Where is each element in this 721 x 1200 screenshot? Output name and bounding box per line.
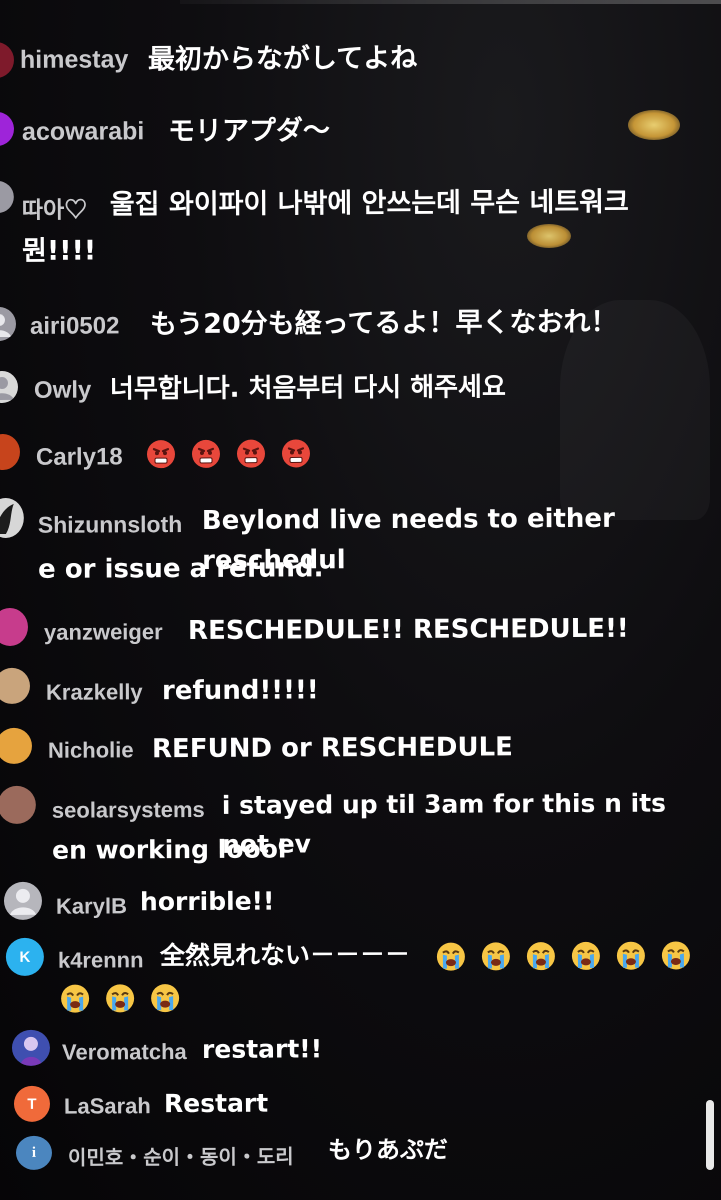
chat-message-text: Restart <box>163 1088 269 1119</box>
user-avatar[interactable] <box>0 433 21 471</box>
chat-username[interactable]: Carly18 <box>36 443 123 471</box>
chat-message-text: 너무합니다. 처음부터 다시 해주세요 <box>109 372 506 405</box>
chat-username[interactable]: airi0502 <box>30 312 120 340</box>
chat-message: Owly 너무합니다. 처음부터 다시 해주세요 <box>0 363 690 413</box>
chat-message: T LaSarah Restart <box>0 1080 690 1130</box>
user-avatar[interactable] <box>0 180 14 214</box>
chat-scrollbar[interactable] <box>706 1100 714 1170</box>
chat-username[interactable]: Nicholie <box>48 737 134 763</box>
default-user-icon[interactable] <box>3 881 43 920</box>
chat-message: Carly18 <box>0 428 690 482</box>
chat-username[interactable]: Krazkelly <box>46 679 143 706</box>
chat-message-text: i stayed up til 3am for this n its not e… <box>221 788 667 859</box>
chat-message: KarylB horrible!! <box>0 878 690 928</box>
chat-username[interactable]: k4rennn <box>58 947 144 973</box>
chat-username[interactable]: KarylB <box>56 893 127 919</box>
emoji-row <box>436 940 702 971</box>
chat-message: 따아♡ 울집 와이파이 나밖에 안쓰는데 무슨 네트워크 뭔!!!! <box>0 179 690 279</box>
user-avatar[interactable] <box>0 111 15 147</box>
chat-username[interactable]: 따아♡ <box>22 191 88 225</box>
crying-face-emoji <box>61 984 90 1013</box>
chat-username[interactable]: yanzweiger <box>44 619 163 646</box>
emoji-row-continued <box>60 983 190 1014</box>
chat-message-text: refund!!!!! <box>161 675 319 707</box>
chat-username[interactable]: himestay <box>20 45 129 75</box>
emoji-row <box>146 438 321 469</box>
chat-message: seolarsystems i stayed up til 3am for th… <box>0 782 690 882</box>
crying-face-emoji <box>151 984 180 1013</box>
crying-face-emoji <box>572 941 601 970</box>
chat-message-text: restart!! <box>201 1034 323 1064</box>
chat-username[interactable]: Owly <box>34 377 92 405</box>
letter-avatar[interactable]: T <box>13 1085 51 1122</box>
crying-face-emoji <box>481 942 510 971</box>
chat-username[interactable]: LaSarah <box>64 1093 151 1119</box>
chat-username[interactable]: acowarabi <box>22 117 144 147</box>
chat-message: himestay 最初からながしてよね <box>0 36 690 86</box>
chat-username[interactable]: seolarsystems <box>52 797 205 824</box>
chat-message-text: 全然見れない－－－－ <box>159 939 410 971</box>
chat-message: Veromatcha restart!! <box>0 1026 690 1076</box>
user-avatar[interactable] <box>0 497 24 539</box>
crying-face-emoji <box>436 942 465 971</box>
user-avatar[interactable] <box>0 785 36 825</box>
chat-message: airi0502 もう20分も経ってるよ！早くなおれ！ <box>0 299 690 349</box>
chat-message-text: モリアプダ〜 <box>167 115 331 148</box>
chat-message: Nicholie REFUND or RESCHEDULE <box>0 724 690 774</box>
user-avatar[interactable] <box>0 41 15 79</box>
chat-screen: himestay 最初からながしてよね acowarabi モリアプダ〜 따아♡… <box>0 0 721 1200</box>
chat-message: K k4rennn 全然見れない－－－－ <box>0 932 691 1016</box>
angry-face-emoji <box>192 439 221 468</box>
default-user-icon[interactable] <box>0 370 19 404</box>
crying-face-emoji <box>527 942 556 971</box>
chat-message-text: もう20分も経ってるよ！早くなおれ！ <box>149 306 618 341</box>
chat-message: yanzweiger RESCHEDULE!! RESCHEDULE!! <box>0 604 690 654</box>
letter-avatar[interactable]: i <box>15 1135 53 1170</box>
user-avatar[interactable] <box>0 667 31 705</box>
chat-username[interactable]: 이민호・순이・동이・도리 <box>68 1140 294 1170</box>
chat-message-text: horrible!! <box>139 886 275 917</box>
angry-face-emoji <box>237 439 266 468</box>
chat-message-text: 最初からながしてよね <box>147 42 418 76</box>
chat-message-text: REFUND or RESCHEDULE <box>151 732 513 765</box>
user-avatar[interactable] <box>0 727 33 765</box>
chat-username[interactable]: Veromatcha <box>62 1039 187 1066</box>
chat-message-text: 울집 와이파이 나밖에 안쓰는데 무슨 네트워크 <box>109 186 629 221</box>
chat-message: Krazkelly refund!!!!! <box>0 664 690 714</box>
chat-message-text-continued: 뭔!!!! <box>22 235 97 267</box>
chat-message-text: RESCHEDULE!! RESCHEDULE!! <box>187 613 629 647</box>
chat-message: i 이민호・순이・동이・도리 もりあぷだ <box>0 1130 690 1180</box>
chat-message: Shizunnsloth Beylond live needs to eithe… <box>0 497 690 598</box>
angry-face-emoji <box>282 439 311 468</box>
chat-message: acowarabi モリアプダ〜 <box>0 106 690 156</box>
chat-username[interactable]: Shizunnsloth <box>38 511 183 539</box>
crying-face-emoji <box>617 941 646 970</box>
crying-face-emoji <box>106 984 135 1013</box>
user-avatar[interactable] <box>0 607 29 647</box>
letter-avatar[interactable]: K <box>5 937 44 976</box>
crying-face-emoji <box>662 941 691 970</box>
default-user-icon[interactable] <box>0 306 17 342</box>
angry-face-emoji <box>146 440 175 469</box>
user-avatar[interactable] <box>11 1029 51 1066</box>
chat-message-list[interactable]: himestay 最初からながしてよね acowarabi モリアプダ〜 따아♡… <box>0 0 700 1200</box>
chat-message-text: もりあぷだ <box>327 1135 449 1165</box>
chat-message-text-continued: e or issue a refund. <box>38 553 324 585</box>
chat-message-text-continued: en working loool <box>52 834 287 865</box>
